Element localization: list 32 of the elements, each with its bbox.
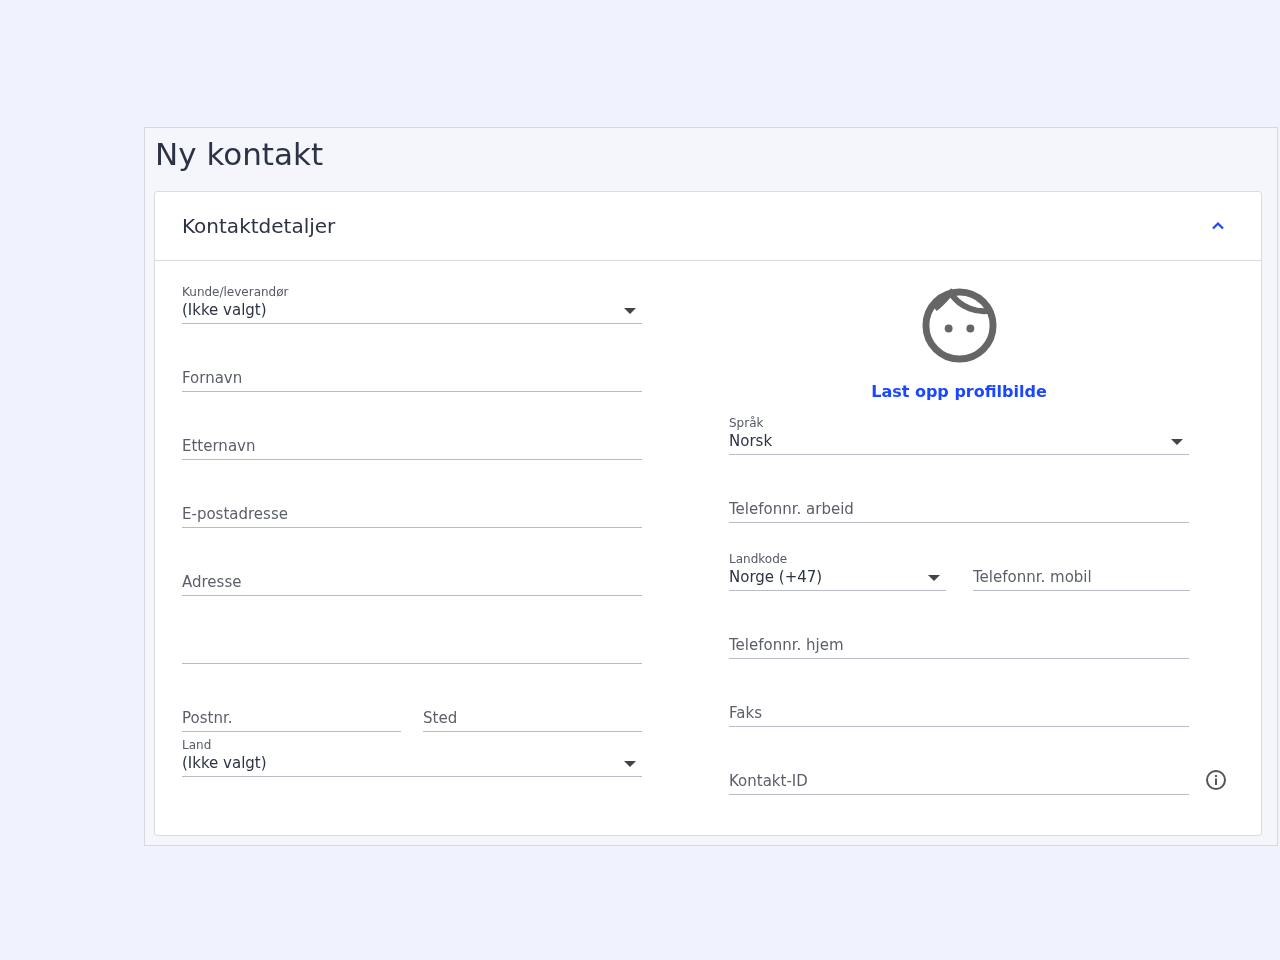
section-title: Kontaktdetaljer bbox=[182, 214, 336, 238]
caret-icon bbox=[624, 761, 636, 767]
input-field[interactable]: E-postadresse bbox=[182, 504, 642, 528]
dropdown-value: Norsk bbox=[729, 431, 773, 451]
caret-icon bbox=[1171, 439, 1183, 445]
input-field[interactable]: Adresse bbox=[182, 572, 642, 596]
dropdown[interactable]: Land (Ikke valgt) bbox=[182, 732, 642, 777]
dropdown-value: (Ikke valgt) bbox=[182, 300, 267, 320]
caret-icon bbox=[624, 308, 636, 314]
dropdown-label: Landkode bbox=[729, 551, 788, 567]
input-field[interactable]: Telefonnr. hjem bbox=[729, 635, 1189, 659]
input-field[interactable]: Telefonnr. arbeid bbox=[729, 499, 1189, 523]
dropdown[interactable]: Språk Norsk bbox=[729, 410, 1189, 455]
input-field[interactable]: Fornavn bbox=[182, 368, 642, 392]
face-icon bbox=[920, 287, 998, 364]
info-icon[interactable] bbox=[1205, 769, 1227, 791]
input-field[interactable]: Faks bbox=[729, 703, 1189, 727]
dropdown[interactable]: Landkode Norge (+47) bbox=[729, 546, 946, 591]
page-title: Ny kontakt bbox=[154, 135, 324, 174]
upload-profile-picture-link[interactable]: Last opp profilbilde bbox=[871, 382, 1047, 401]
dropdown-label: Kunde/leverandør bbox=[182, 284, 289, 300]
dropdown-value: (Ikke valgt) bbox=[182, 753, 267, 773]
input-field[interactable]: Sted bbox=[423, 708, 642, 732]
input-field[interactable]: Telefonnr. mobil bbox=[973, 567, 1190, 591]
dropdown-label: Språk bbox=[729, 415, 764, 431]
caret-icon bbox=[928, 575, 940, 581]
dropdown[interactable]: Kunde/leverandør (Ikke valgt) bbox=[182, 279, 642, 324]
input-field[interactable]: Postnr. bbox=[182, 708, 401, 732]
dropdown-label: Land bbox=[182, 737, 212, 753]
input-field[interactable]: Kontakt-ID bbox=[729, 771, 1189, 795]
input-field[interactable]: Etternavn bbox=[182, 436, 642, 460]
dropdown-value: Norge (+47) bbox=[729, 567, 823, 587]
